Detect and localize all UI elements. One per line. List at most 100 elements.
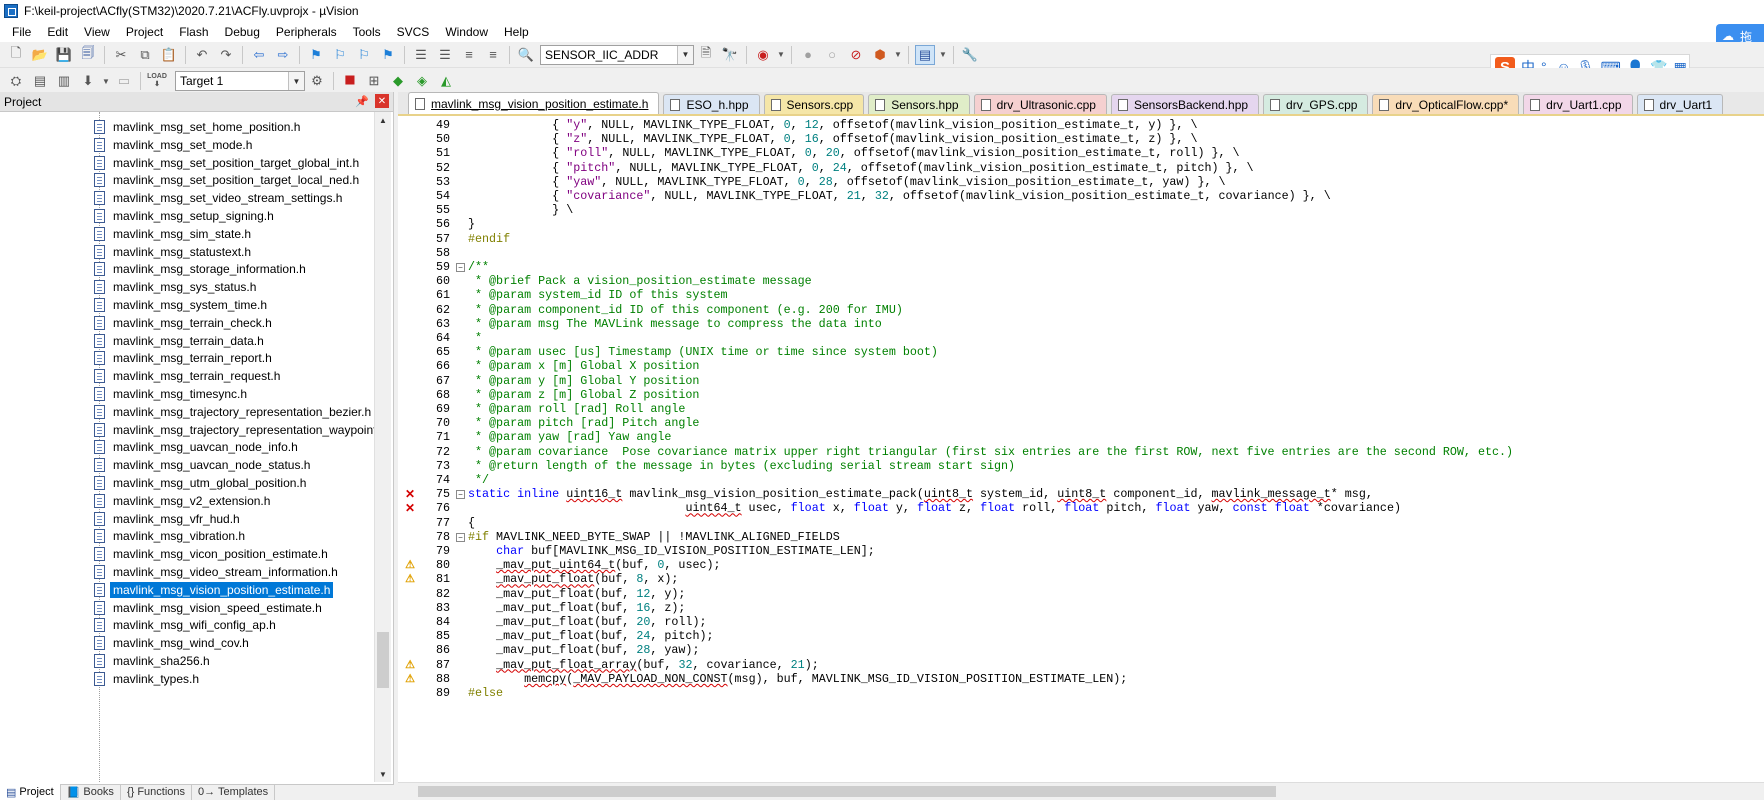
tree-file-item[interactable]: mavlink_msg_uavcan_node_status.h [94, 456, 313, 474]
code-line[interactable]: { "y", NULL, MAVLINK_TYPE_FLOAT, 0, 12, … [468, 118, 1197, 132]
translate-icon[interactable]: ⛭ [6, 71, 26, 91]
code-line[interactable]: { "yaw", NULL, MAVLINK_TYPE_FLOAT, 0, 28… [468, 175, 1225, 189]
tree-file-item[interactable]: mavlink_msg_system_time.h [94, 296, 270, 314]
bookmark-clear-icon[interactable]: ⚑ [378, 45, 398, 65]
bookmark-toggle-icon[interactable]: ⚑ [306, 45, 326, 65]
save-icon[interactable]: 💾 [54, 45, 74, 65]
indent-icon[interactable]: ☰ [411, 45, 431, 65]
code-line[interactable]: _mav_put_float(buf, 20, roll); [468, 615, 706, 629]
editor-tab[interactable]: drv_Uart1 [1636, 94, 1724, 114]
menu-peripherals[interactable]: Peripherals [268, 22, 345, 42]
target-combo[interactable]: Target 1 ▼ [175, 71, 305, 91]
code-line[interactable]: { [468, 516, 475, 530]
unindent-icon[interactable]: ☰ [435, 45, 455, 65]
code-line[interactable]: * @brief Pack a vision_position_estimate… [468, 274, 812, 288]
breakpoint-disable-icon[interactable]: ○ [822, 45, 842, 65]
tree-file-item[interactable]: mavlink_msg_vision_position_estimate.h [94, 581, 334, 599]
tree-file-item[interactable]: mavlink_msg_trajectory_representation_be… [94, 403, 374, 421]
code-line[interactable]: * [468, 331, 482, 345]
configure-icon[interactable]: 🔧 [960, 45, 980, 65]
code-line[interactable]: * @param system_id ID of this system [468, 288, 728, 302]
menu-debug[interactable]: Debug [217, 22, 268, 42]
tree-file-item[interactable]: mavlink_msg_set_position_target_local_ne… [94, 171, 362, 189]
code-line[interactable]: } \ [468, 203, 573, 217]
breakpoint-disable-all-icon[interactable]: ⬢ [870, 45, 890, 65]
warning-marker-icon[interactable]: ⚠ [404, 573, 416, 585]
chevron-down-icon[interactable]: ▼ [777, 45, 785, 65]
navigate-back-icon[interactable]: ⇦ [249, 45, 269, 65]
tree-file-item[interactable]: mavlink_msg_terrain_request.h [94, 367, 283, 385]
code-line[interactable]: #if MAVLINK_NEED_BYTE_SWAP || !MAVLINK_A… [468, 530, 840, 544]
new-file-icon[interactable]: 🗋 [6, 45, 26, 65]
tree-file-item[interactable]: mavlink_msg_set_position_target_global_i… [94, 154, 362, 172]
rebuild-icon[interactable]: ▥ [54, 71, 74, 91]
scroll-down-icon[interactable]: ▼ [375, 766, 391, 782]
code-line[interactable]: * @param component_id ID of this compone… [468, 303, 903, 317]
warning-marker-icon[interactable]: ⚠ [404, 559, 416, 571]
tree-file-item[interactable]: mavlink_msg_set_home_position.h [94, 118, 303, 136]
chevron-down-icon[interactable]: ▼ [677, 45, 693, 64]
tree-file-item[interactable]: mavlink_msg_terrain_data.h [94, 332, 267, 350]
project-tree-scrollbar[interactable]: ▲ ▼ [374, 112, 391, 782]
code-area[interactable]: { "y", NULL, MAVLINK_TYPE_FLOAT, 0, 12, … [460, 116, 1764, 782]
menu-view[interactable]: View [76, 22, 118, 42]
editor-tab[interactable]: drv_Uart1.cpp [1523, 94, 1633, 114]
code-line[interactable]: * @param usec [us] Timestamp (UNIX time … [468, 345, 938, 359]
tree-file-item[interactable]: mavlink_msg_setup_signing.h [94, 207, 277, 225]
chevron-down-icon[interactable]: ▼ [939, 45, 947, 65]
paste-icon[interactable]: 📋 [159, 45, 179, 65]
error-marker-icon[interactable]: ✕ [404, 502, 416, 514]
bookmark-prev-icon[interactable]: ⚐ [330, 45, 350, 65]
symbol-combo[interactable]: SENSOR_IIC_ADDR ▼ [540, 44, 694, 65]
tree-file-item[interactable]: mavlink_msg_uavcan_node_info.h [94, 438, 301, 456]
code-line[interactable]: { "roll", NULL, MAVLINK_TYPE_FLOAT, 0, 2… [468, 146, 1239, 160]
code-line[interactable]: /** [468, 260, 489, 274]
run-time-environment-icon[interactable]: ◭ [436, 71, 456, 91]
code-line[interactable]: char buf[MAVLINK_MSG_ID_VISION_POSITION_… [468, 544, 875, 558]
tree-file-item[interactable]: mavlink_msg_set_mode.h [94, 136, 255, 154]
cut-icon[interactable]: ✂ [111, 45, 131, 65]
breakpoint-insert-icon[interactable]: ● [798, 45, 818, 65]
code-line[interactable]: _mav_put_float(buf, 28, yaw); [468, 643, 699, 657]
warning-marker-icon[interactable]: ⚠ [404, 673, 416, 685]
find-icon[interactable]: 🔭 [720, 45, 740, 65]
tree-file-item[interactable]: mavlink_msg_vision_speed_estimate.h [94, 599, 325, 617]
comment-icon[interactable]: ≡ [459, 45, 479, 65]
code-line[interactable]: * @param pitch [rad] Pitch angle [468, 416, 699, 430]
close-icon[interactable]: ✕ [375, 94, 389, 108]
menu-file[interactable]: File [4, 22, 39, 42]
code-line[interactable]: _mav_put_float(buf, 16, z); [468, 601, 685, 615]
target-options-icon[interactable]: ⚙ [307, 71, 327, 91]
code-line[interactable]: { "z", NULL, MAVLINK_TYPE_FLOAT, 0, 16, … [468, 132, 1197, 146]
chevron-down-icon[interactable]: ▼ [894, 45, 902, 65]
redo-icon[interactable]: ↷ [216, 45, 236, 65]
code-line[interactable]: static inline uint16_t mavlink_msg_visio… [468, 487, 1373, 501]
window-layout-icon[interactable]: ▤ [915, 44, 935, 65]
code-line[interactable]: _mav_put_uint64_t(buf, 0, usec); [468, 558, 720, 572]
manage-multi-project-icon[interactable]: ⊞ [364, 71, 384, 91]
editor-tab[interactable]: SensorsBackend.hpp [1110, 94, 1260, 114]
breakpoint-kill-icon[interactable]: ⊘ [846, 45, 866, 65]
tree-file-item[interactable]: mavlink_sha256.h [94, 652, 213, 670]
find-in-files-icon[interactable]: 🔍 [516, 45, 536, 65]
debug-start-icon[interactable]: ◉ [753, 45, 773, 65]
tree-file-item[interactable]: mavlink_msg_vfr_hud.h [94, 510, 243, 528]
select-pack-icon[interactable]: ◆ [388, 71, 408, 91]
code-line[interactable]: */ [468, 473, 489, 487]
chevron-down-icon[interactable]: ▼ [288, 72, 304, 90]
tree-file-item[interactable]: mavlink_msg_video_stream_information.h [94, 563, 341, 581]
editor-tab[interactable]: ESO_h.hpp [663, 94, 760, 114]
scrollbar-thumb[interactable] [418, 786, 1276, 797]
tree-file-item[interactable]: mavlink_msg_terrain_report.h [94, 349, 275, 367]
code-line[interactable]: * @param y [m] Global Y position [468, 374, 699, 388]
load-download-icon[interactable]: LOAD ⬇ [147, 71, 167, 91]
menu-help[interactable]: Help [496, 22, 537, 42]
tree-file-item[interactable]: mavlink_msg_sys_status.h [94, 278, 259, 296]
code-line[interactable]: { "covariance", NULL, MAVLINK_TYPE_FLOAT… [468, 189, 1331, 203]
menu-window[interactable]: Window [437, 22, 496, 42]
bookmark-next-icon[interactable]: ⚐ [354, 45, 374, 65]
tree-file-item[interactable]: mavlink_msg_terrain_check.h [94, 314, 275, 332]
tab-books[interactable]: 📘 Books [61, 784, 121, 800]
menu-tools[interactable]: Tools [345, 22, 389, 42]
tree-file-item[interactable]: mavlink_msg_set_video_stream_settings.h [94, 189, 345, 207]
